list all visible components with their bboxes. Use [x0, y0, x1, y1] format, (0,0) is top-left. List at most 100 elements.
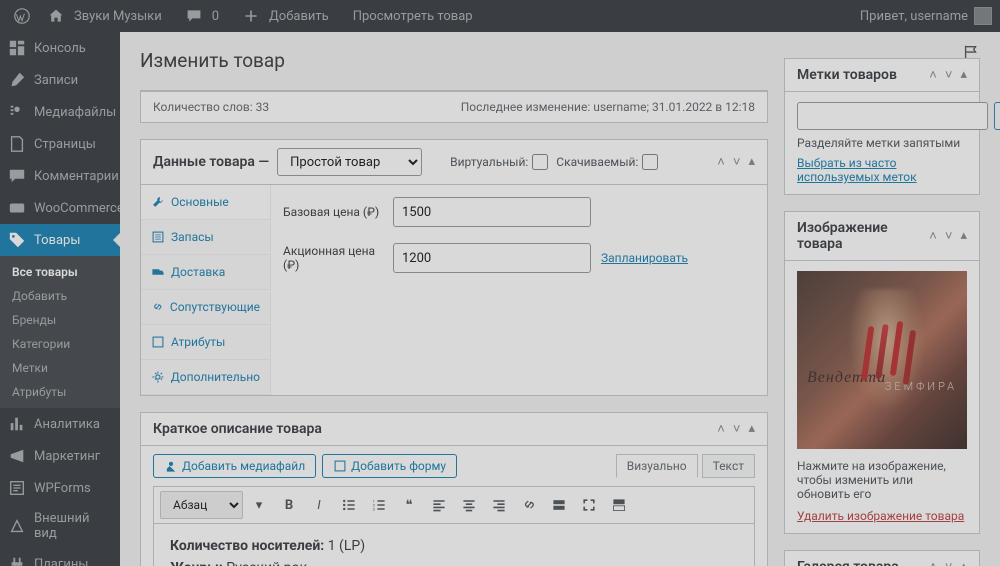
virtual-checkbox-label: Виртуальный: [450, 154, 548, 170]
downloadable-checkbox[interactable] [642, 154, 658, 170]
submenu-brands[interactable]: Бренды [0, 308, 120, 332]
chevron-down-icon[interactable]: ˅ [733, 421, 741, 437]
paragraph-select[interactable]: Абзац [160, 491, 243, 519]
quote-button[interactable]: ❝ [395, 491, 423, 519]
admin-topbar: Звуки Музыки 0 Добавить Просмотреть това… [0, 0, 1000, 32]
bullets-button[interactable] [335, 491, 363, 519]
add-new-link[interactable]: Добавить [237, 8, 341, 24]
tinymce-toolbar: Абзац ▾ B I 123 ❝ [153, 486, 755, 523]
chevron-down-icon[interactable]: ˅ [733, 154, 741, 170]
italic-button[interactable]: I [305, 491, 333, 519]
downloadable-checkbox-label: Скачиваемый: [556, 154, 658, 170]
tab-advanced[interactable]: Дополнительно [141, 360, 270, 395]
submenu-tags[interactable]: Метки [0, 356, 120, 380]
fullscreen-button[interactable] [575, 491, 603, 519]
chevron-up-icon[interactable]: ˄ [717, 421, 725, 437]
short-description-box: Краткое описание товара ˄ ˅ ▴ Добавить мед… [140, 412, 768, 566]
greeting[interactable]: Привет, username [860, 9, 968, 24]
align-left-button[interactable] [425, 491, 453, 519]
submenu-attributes[interactable]: Атрибуты [0, 380, 120, 404]
toggle-icon[interactable]: ▴ [748, 421, 755, 437]
bold-button[interactable]: B [275, 491, 303, 519]
sale-price-input[interactable] [393, 243, 591, 273]
sidebar-item-wpforms[interactable]: WPForms [0, 472, 120, 504]
toggle-icon[interactable]: ▴ [960, 559, 967, 566]
admin-sidebar: Консоль Записи Медиафайлы Страницы Комме… [0, 32, 120, 566]
submenu-all-products[interactable]: Все товары [0, 260, 120, 284]
last-modified: Последнее изменение: username; 31.01.202… [461, 100, 755, 114]
chevron-up-icon[interactable]: ˄ [717, 154, 725, 170]
chevron-down-icon[interactable]: ˅ [945, 559, 953, 566]
image-hint: Нажмите на изображение, чтобы изменить и… [797, 459, 967, 501]
add-media-button[interactable]: Добавить медиафайл [153, 454, 316, 478]
chevron-up-icon[interactable]: ˄ [929, 67, 937, 83]
sale-price-label: Акционная цена (₽) [283, 244, 383, 272]
chevron-down-icon[interactable]: ˅ [945, 67, 953, 83]
numbered-button[interactable]: 123 [365, 491, 393, 519]
product-type-select[interactable]: Простой товар [277, 148, 422, 176]
toggle-icon[interactable]: ▴ [960, 67, 967, 83]
wordcount-box: Количество слов: 33 Последнее изменение:… [140, 90, 768, 123]
submenu-categories[interactable]: Категории [0, 332, 120, 356]
sidebar-item-console[interactable]: Консоль [0, 32, 120, 64]
editor-content[interactable]: Количество носителей: 1 (LP) Жанры: Русс… [153, 523, 755, 566]
chevron-up-icon[interactable]: ˄ [929, 228, 937, 244]
sidebar-item-marketing[interactable]: Маркетинг [0, 440, 120, 472]
tab-text[interactable]: Текст [702, 454, 755, 478]
sidebar-item-comments[interactable]: Комментарии [0, 160, 120, 192]
tags-heading: Метки товаров [797, 67, 929, 83]
sidebar-item-media[interactable]: Медиафайлы [0, 96, 120, 128]
sidebar-item-products[interactable]: Товары [0, 224, 120, 256]
site-link[interactable]: Звуки Музыки [42, 8, 174, 24]
tab-inventory[interactable]: Запасы [141, 220, 270, 255]
product-data-heading: Данные товара — [153, 154, 269, 170]
main-content: Изменить товар Активность Количество сло… [120, 32, 1000, 566]
chevron-up-icon[interactable]: ˄ [929, 559, 937, 566]
image-heading: Изображение товара [797, 220, 929, 252]
regular-price-label: Базовая цена (₽) [283, 205, 383, 219]
sidebar-item-plugins[interactable]: Плагины [0, 548, 120, 566]
toolbar-toggle-button[interactable] [605, 491, 633, 519]
product-image[interactable]: Вендетта ЗЕМФИРА [797, 271, 967, 449]
tag-input[interactable] [797, 102, 988, 130]
choose-popular-tags-link[interactable]: Выбрать из часто используемых меток [797, 156, 917, 184]
sidebar-item-posts[interactable]: Записи [0, 64, 120, 96]
product-gallery-box: Галерея товара ˄˅▴ Добавить картинки гал… [784, 550, 980, 566]
virtual-checkbox[interactable] [532, 154, 548, 170]
toggle-icon[interactable]: ▴ [960, 228, 967, 244]
dropdown-icon[interactable]: ▾ [245, 491, 273, 519]
tab-linked[interactable]: Сопутствующие [141, 290, 270, 325]
align-right-button[interactable] [485, 491, 513, 519]
product-image-box: Изображение товара ˄˅▴ Вендетта ЗЕМФИРА … [784, 211, 980, 534]
remove-image-link[interactable]: Удалить изображение товара [797, 509, 964, 523]
sidebar-item-woocommerce[interactable]: WooCommerce [0, 192, 120, 224]
add-tag-button[interactable]: Добавить [994, 102, 1000, 130]
word-count: Количество слов: 33 [153, 100, 269, 114]
svg-text:3: 3 [373, 507, 375, 512]
artist-text: ЗЕМФИРА [885, 380, 957, 393]
product-data-box: Данные товара — Простой товар Виртуальны… [140, 139, 768, 396]
link-button[interactable] [515, 491, 543, 519]
tags-hint: Разделяйте метки запятыми [797, 136, 967, 150]
regular-price-input[interactable] [393, 197, 591, 227]
align-center-button[interactable] [455, 491, 483, 519]
more-button[interactable] [545, 491, 573, 519]
comments-link[interactable]: 0 [180, 8, 231, 24]
tab-general[interactable]: Основные [141, 185, 270, 220]
tab-attributes[interactable]: Атрибуты [141, 325, 270, 360]
view-product-link[interactable]: Просмотреть товар [347, 9, 479, 24]
toggle-icon[interactable]: ▴ [748, 154, 755, 170]
tab-visual[interactable]: Визуально [616, 454, 698, 478]
page-title: Изменить товар [140, 49, 285, 72]
add-form-button[interactable]: Добавить форму [322, 454, 457, 478]
avatar[interactable] [974, 7, 992, 25]
sidebar-item-appearance[interactable]: Внешний вид [0, 504, 120, 548]
sidebar-item-analytics[interactable]: Аналитика [0, 408, 120, 440]
schedule-link[interactable]: Запланировать [601, 251, 688, 265]
wp-logo[interactable] [8, 8, 36, 24]
sidebar-item-pages[interactable]: Страницы [0, 128, 120, 160]
short-desc-heading: Краткое описание товара [153, 421, 717, 437]
chevron-down-icon[interactable]: ˅ [945, 228, 953, 244]
tab-shipping[interactable]: Доставка [141, 255, 270, 290]
submenu-add[interactable]: Добавить [0, 284, 120, 308]
